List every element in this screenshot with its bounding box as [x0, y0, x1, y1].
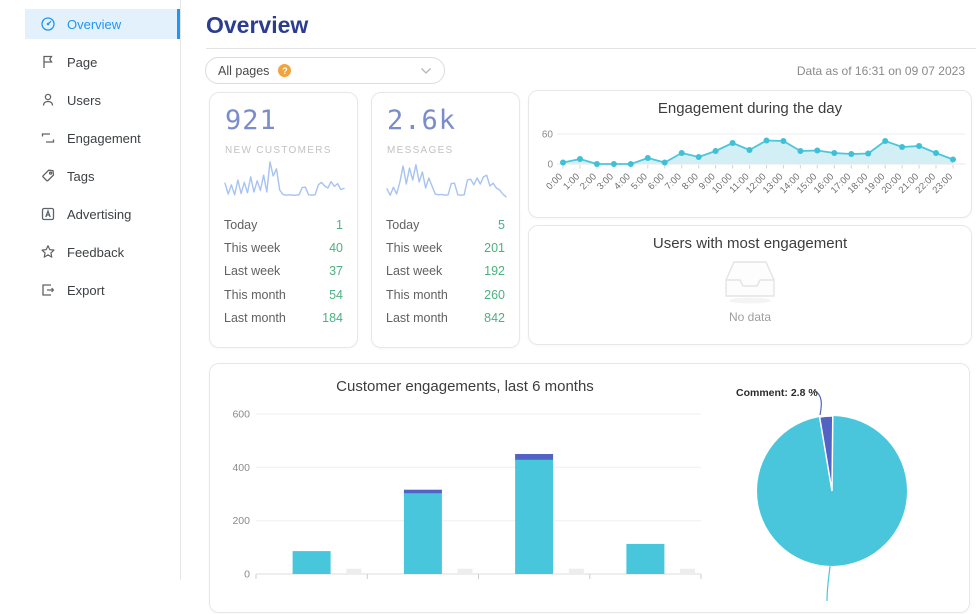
messages-rows: Today5 This week201 Last week192 This mo…: [386, 213, 505, 330]
stat-row: Last month184: [224, 307, 343, 330]
no-data-label: No data: [529, 310, 971, 324]
tags-icon: [40, 168, 56, 184]
sidebar-item-label: Users: [67, 93, 101, 108]
svg-text:600: 600: [232, 409, 250, 421]
svg-text:2:00: 2:00: [578, 171, 599, 192]
sidebar-item-page[interactable]: Page: [25, 47, 180, 77]
stat-row: This week40: [224, 236, 343, 259]
svg-text:0:00: 0:00: [544, 171, 565, 192]
sidebar: Overview Page Users Engagement Tags: [0, 0, 181, 580]
new-customers-value: 921: [225, 105, 277, 136]
sidebar-item-label: Feedback: [67, 245, 124, 260]
new-customers-caption: NEW CUSTOMERS: [225, 145, 332, 156]
help-badge-icon[interactable]: ?: [278, 64, 291, 77]
sidebar-item-label: Tags: [67, 169, 94, 184]
page-filter-value: All pages: [218, 64, 269, 78]
new-customers-card: 921 NEW CUSTOMERS Today1 This week40 Las…: [209, 92, 358, 348]
stat-row: Today5: [386, 213, 505, 236]
svg-text:5:00: 5:00: [629, 171, 650, 192]
sidebar-item-label: Page: [67, 55, 97, 70]
stat-row: This month54: [224, 283, 343, 306]
svg-text:4:00: 4:00: [612, 171, 633, 192]
engagement-chart-title: Engagement during the day: [529, 100, 971, 117]
top-users-card: Users with most engagement No data: [528, 225, 972, 345]
sidebar-item-label: Engagement: [67, 131, 141, 146]
sidebar-item-engagement[interactable]: Engagement: [25, 123, 180, 153]
title-divider: [206, 48, 976, 49]
stat-row: This week201: [386, 236, 505, 259]
feedback-icon: [40, 244, 56, 260]
main-content: Overview All pages ? Data as of 16:31 on…: [182, 0, 980, 580]
page-filter-select[interactable]: All pages ?: [205, 57, 445, 84]
svg-text:7:00: 7:00: [663, 171, 684, 192]
overview-icon: [40, 16, 56, 32]
svg-text:0: 0: [547, 160, 553, 171]
page-icon: [40, 54, 56, 70]
stat-row: Last week192: [386, 260, 505, 283]
sidebar-item-advertising[interactable]: Advertising: [25, 199, 180, 229]
empty-inbox-icon: [722, 258, 778, 304]
empty-state: No data: [529, 258, 971, 324]
stat-row: Last month842: [386, 307, 505, 330]
engagements-6months-card: Customer engagements, last 6 months 600 4…: [209, 363, 970, 613]
svg-text:400: 400: [232, 462, 250, 474]
new-customers-rows: Today1 This week40 Last week37 This mont…: [224, 213, 343, 330]
sidebar-item-label: Export: [67, 283, 105, 298]
svg-text:60: 60: [542, 130, 554, 141]
sidebar-item-users[interactable]: Users: [25, 85, 180, 115]
new-customers-sparkline: [224, 157, 345, 203]
svg-text:23:00: 23:00: [931, 171, 956, 196]
engagement-area-chart: 6000:001:002:003:004:005:006:007:008:009…: [529, 119, 973, 219]
svg-text:3:00: 3:00: [595, 171, 616, 192]
engagements-bar-chart: 600 400 200 0: [220, 404, 710, 579]
sidebar-item-tags[interactable]: Tags: [25, 161, 180, 191]
top-users-title: Users with most engagement: [529, 235, 971, 252]
bar-chart-title: Customer engagements, last 6 months: [215, 378, 715, 395]
messages-caption: MESSAGES: [387, 145, 454, 156]
sidebar-item-overview[interactable]: Overview: [25, 9, 180, 39]
engagement-day-card: Engagement during the day 60 00:001:002:0…: [528, 90, 972, 218]
export-icon: [40, 282, 56, 298]
data-as-of-label: Data as of 16:31 on 09 07 2023: [797, 64, 965, 78]
stat-row: This month260: [386, 283, 505, 306]
page-title: Overview: [206, 12, 308, 39]
svg-text:6:00: 6:00: [646, 171, 667, 192]
svg-text:0: 0: [244, 569, 250, 580]
messages-sparkline: [386, 157, 507, 203]
chevron-down-icon: [420, 62, 432, 80]
stat-row: Today1: [224, 213, 343, 236]
engagements-pie-chart: Comment: 2.8 %: [670, 369, 970, 614]
sidebar-item-label: Advertising: [67, 207, 131, 222]
sidebar-item-export[interactable]: Export: [25, 275, 180, 305]
users-icon: [40, 92, 56, 108]
sidebar-item-feedback[interactable]: Feedback: [25, 237, 180, 267]
engagement-icon: [40, 130, 56, 146]
messages-value: 2.6k: [387, 105, 456, 136]
svg-text:1:00: 1:00: [561, 171, 582, 192]
advertising-icon: [40, 206, 56, 222]
svg-text:Comment: 2.8 %: Comment: 2.8 %: [736, 387, 818, 399]
svg-text:200: 200: [232, 515, 250, 527]
svg-text:8:00: 8:00: [680, 171, 701, 192]
sidebar-item-label: Overview: [67, 17, 121, 32]
messages-card: 2.6k MESSAGES Today5 This week201 Last w…: [371, 92, 520, 348]
stat-row: Last week37: [224, 260, 343, 283]
